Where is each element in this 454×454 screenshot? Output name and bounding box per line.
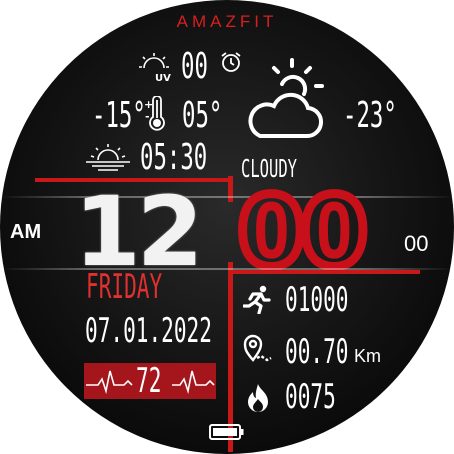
- flame-icon: [245, 383, 271, 413]
- location-pin-icon: [243, 334, 273, 364]
- time-band-top: [0, 196, 454, 198]
- current-temperature: -23°: [343, 95, 397, 136]
- calories-value: 0075: [285, 377, 336, 417]
- time-band-bottom: [0, 268, 454, 270]
- heart-rate-box[interactable]: 72: [84, 361, 216, 401]
- running-icon: [243, 284, 273, 314]
- uv-sun-icon: UV: [138, 52, 174, 84]
- sunrise-icon: [84, 142, 132, 174]
- divider-top-vertical: [228, 176, 233, 202]
- time-seconds: 00: [404, 231, 429, 256]
- uv-value: 00: [181, 46, 208, 87]
- thermometer-icon: + -: [144, 96, 170, 132]
- time-minutes: 00: [234, 176, 373, 288]
- time-hours: 12: [74, 176, 204, 288]
- weekday: FRIDAY: [86, 267, 163, 307]
- temp-high: 05°: [182, 95, 223, 136]
- sunrise-time: 05:30: [140, 137, 208, 178]
- brand-logo: AMAZFIT: [176, 12, 278, 31]
- am-pm-indicator: AM: [10, 221, 42, 243]
- alarm-icon[interactable]: [219, 50, 243, 74]
- steps-value: 01000: [285, 280, 349, 320]
- distance-unit: Km: [354, 346, 381, 366]
- heart-rate-value: 72: [136, 361, 162, 401]
- svg-text:-: -: [145, 110, 150, 123]
- watch-face: AMAZFIT UV 00 -15° + - 05° 05:30 -23° CL…: [0, 0, 454, 454]
- svg-text:UV: UV: [155, 73, 171, 84]
- cloudy-weather-icon[interactable]: [244, 56, 328, 146]
- battery-icon: [209, 423, 245, 441]
